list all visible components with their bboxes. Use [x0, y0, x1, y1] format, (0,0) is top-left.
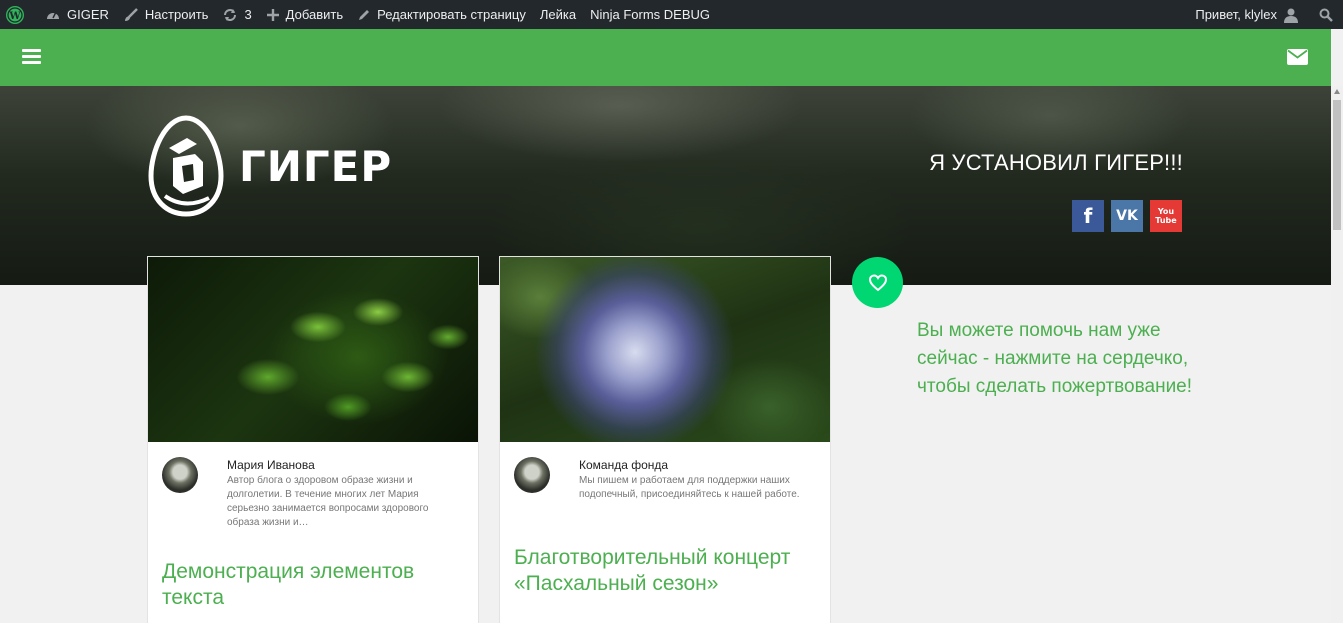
facebook-button[interactable]: f	[1072, 200, 1104, 232]
ninja-forms-debug-menu[interactable]: Ninja Forms DEBUG	[583, 0, 717, 29]
author-bio: Автор блога о здоровом образе жизни и до…	[227, 475, 429, 528]
site-name-label: GIGER	[67, 7, 109, 22]
egg-logo-icon	[148, 115, 224, 217]
author-name[interactable]: Мария Иванова	[227, 458, 315, 472]
envelope-icon	[1287, 49, 1308, 65]
site-name-menu[interactable]: GIGER	[38, 0, 116, 29]
donate-text: Вы можете помочь нам уже сейчас - нажмит…	[917, 320, 1193, 397]
avatar[interactable]	[514, 457, 550, 493]
post-image-flower[interactable]	[500, 257, 830, 442]
facebook-icon: f	[1083, 204, 1093, 228]
vk-icon: VK	[1116, 208, 1138, 224]
wordpress-logo-button[interactable]: W	[0, 0, 38, 29]
author-name[interactable]: Команда фонда	[579, 458, 668, 472]
post-card[interactable]: Команда фонда Мы пишем и работаем для по…	[499, 256, 831, 623]
page-scrollbar[interactable]	[1331, 86, 1343, 623]
my-account-menu[interactable]: Привет, klylex	[1188, 0, 1312, 29]
donate-heart-button[interactable]	[852, 257, 903, 308]
add-new-label: Добавить	[285, 7, 344, 22]
updates-menu[interactable]: 3	[215, 0, 258, 29]
leika-menu[interactable]: Лейка	[533, 0, 583, 29]
post-title[interactable]: Демонстрация элементов текста	[162, 559, 452, 611]
customize-label: Настроить	[144, 7, 209, 22]
admin-search-button[interactable]	[1312, 0, 1343, 29]
heart-icon	[868, 273, 887, 291]
vk-button[interactable]: VK	[1111, 200, 1143, 232]
hamburger-menu-button[interactable]	[22, 49, 41, 66]
avatar[interactable]	[162, 457, 198, 493]
dashboard-icon	[47, 11, 59, 19]
site-header-bar	[0, 29, 1331, 86]
scroll-up-arrow-icon[interactable]	[1334, 89, 1340, 94]
post-card[interactable]: Мария Иванова Автор блога о здоровом обр…	[147, 256, 479, 623]
wp-admin-bar: W GIGER Настроить 3 Добавить Редактирова…	[0, 0, 1343, 29]
updates-icon	[224, 8, 237, 21]
edit-page-link[interactable]: Редактировать страницу	[350, 0, 533, 29]
author-bio: Мы пишем и работаем для поддержки наших …	[579, 475, 800, 500]
plus-icon	[266, 8, 279, 21]
wordpress-icon: W	[6, 5, 24, 24]
hamburger-icon	[22, 49, 41, 52]
updates-count: 3	[244, 7, 252, 22]
scrollbar-thumb[interactable]	[1333, 100, 1341, 230]
site-logo[interactable]: ГИГЕР	[147, 114, 392, 218]
social-links: f VK You Tube	[1072, 200, 1182, 232]
user-icon	[1284, 8, 1298, 23]
logo-text: ГИГЕР	[239, 141, 393, 191]
pencil-icon	[359, 9, 370, 20]
customize-menu[interactable]: Настроить	[116, 0, 216, 29]
site-tagline: Я УСТАНОВИЛ ГИГЕР!!!	[929, 150, 1183, 175]
post-image-leaves[interactable]	[148, 257, 478, 442]
search-icon	[1319, 8, 1333, 22]
leika-label: Лейка	[539, 7, 577, 22]
greeting-label: Привет, klylex	[1195, 7, 1277, 22]
youtube-icon: You Tube	[1155, 207, 1177, 225]
edit-page-label: Редактировать страницу	[377, 7, 526, 22]
svg-text:W: W	[8, 11, 21, 22]
youtube-button[interactable]: You Tube	[1150, 200, 1182, 232]
ninja-forms-label: Ninja Forms DEBUG	[590, 7, 710, 22]
post-title[interactable]: Благотворительный концерт «Пасхальный се…	[514, 545, 814, 597]
post-author: Мария Иванова Автор блога о здоровом обр…	[148, 442, 478, 542]
add-new-menu[interactable]: Добавить	[259, 0, 350, 29]
brush-icon	[124, 7, 138, 21]
post-author: Команда фонда Мы пишем и работаем для по…	[500, 442, 830, 542]
mail-button[interactable]	[1287, 49, 1308, 65]
